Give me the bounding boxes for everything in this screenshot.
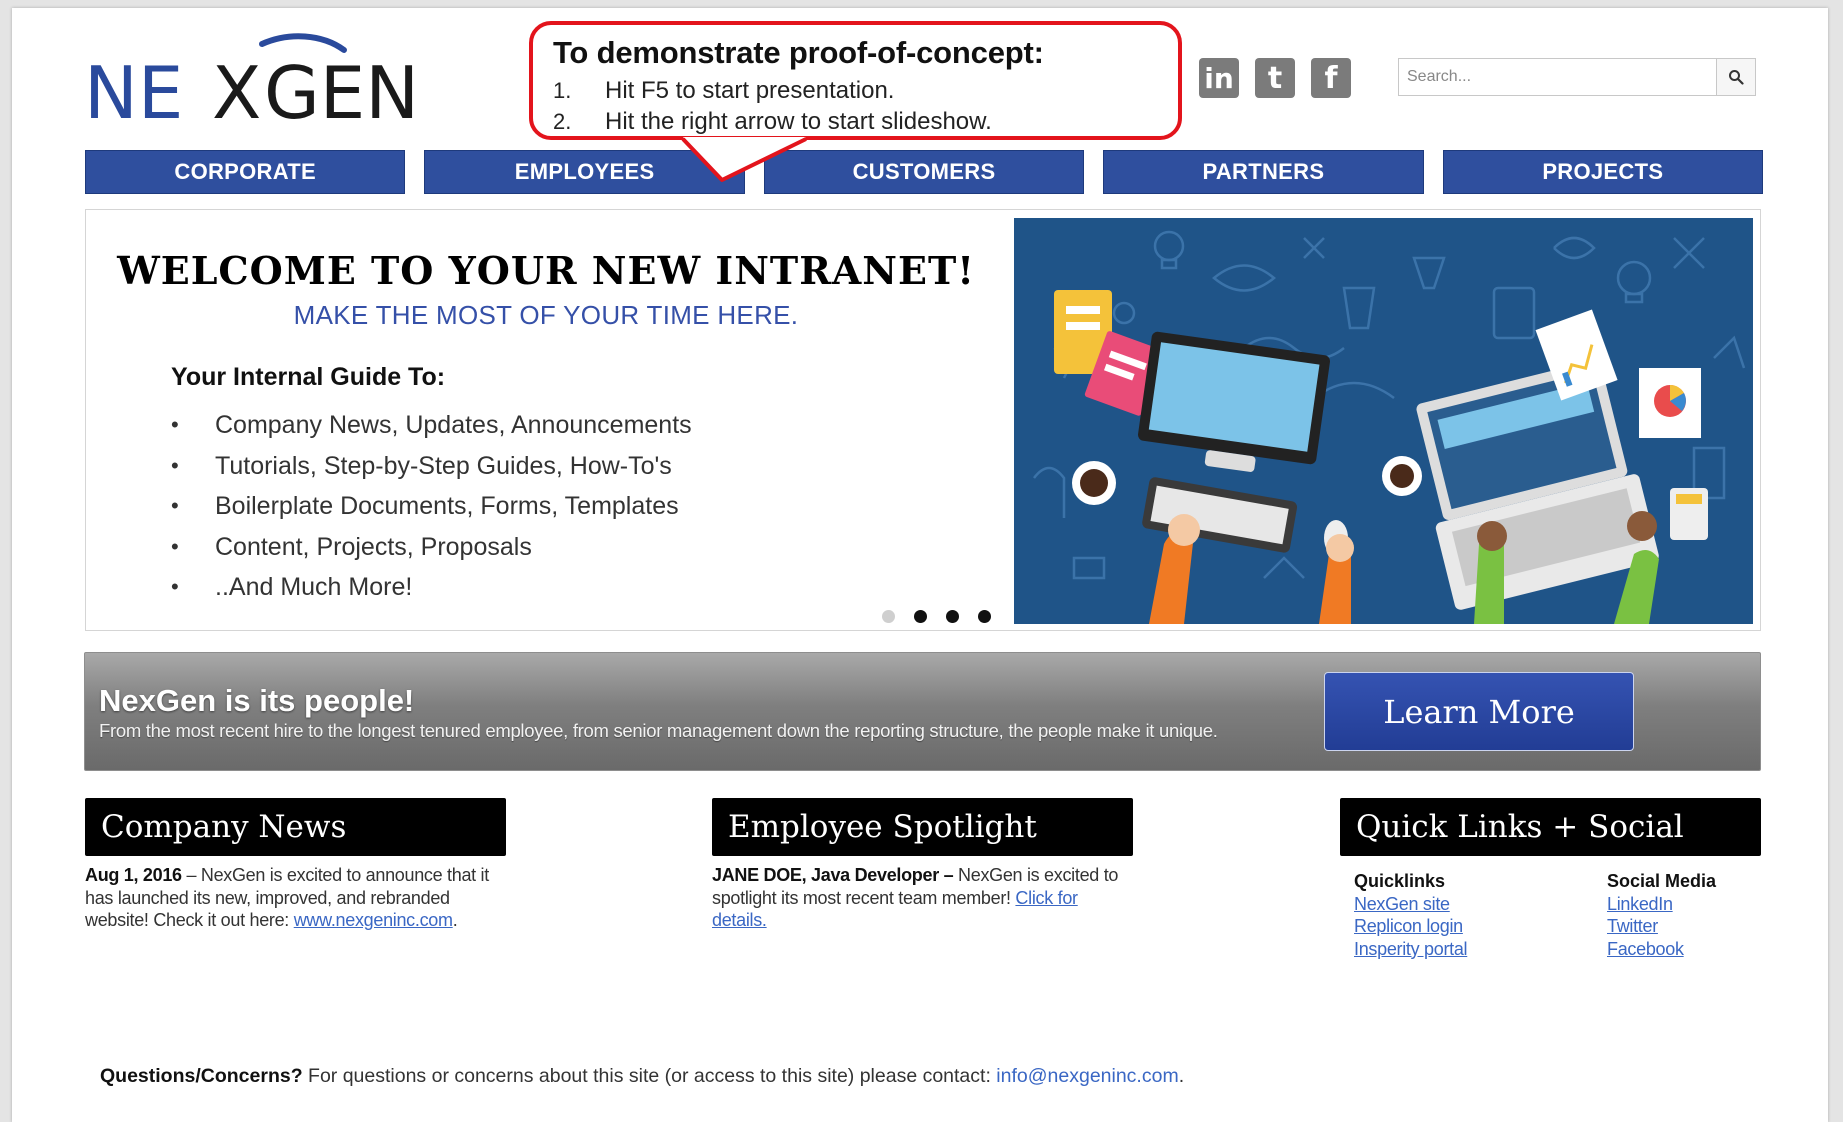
callout-step: 2. Hit the right arrow to start slideshow… bbox=[553, 106, 1158, 137]
guide-item: • ..And Much More! bbox=[171, 567, 692, 608]
bullet: • bbox=[171, 452, 179, 478]
link-facebook[interactable]: Facebook bbox=[1607, 938, 1716, 961]
callout-steps: 1. Hit F5 to start presentation. 2. Hit th… bbox=[553, 75, 1158, 137]
quicklinks-list: Quicklinks NexGen site Replicon login In… bbox=[1354, 870, 1607, 960]
quick-links-column: Quick Links + Social Quicklinks NexGen s… bbox=[1340, 798, 1761, 960]
nav-customers[interactable]: CUSTOMERS bbox=[763, 150, 1085, 194]
employee-spotlight-column: Employee Spotlight JANE DOE, Java Develo… bbox=[712, 798, 1133, 932]
bullet: • bbox=[171, 412, 179, 437]
quick-links-lists: Quicklinks NexGen site Replicon login In… bbox=[1340, 870, 1761, 960]
guide-item: • Tutorials, Step-by-Step Guides, How-To'… bbox=[171, 446, 692, 487]
nav-corporate[interactable]: CORPORATE bbox=[85, 150, 406, 194]
step-number: 2. bbox=[553, 109, 572, 134]
guide-item-text: Company News, Updates, Announcements bbox=[215, 411, 692, 439]
hero-title: WELCOME TO YOUR NEW INTRANET! bbox=[117, 248, 975, 293]
news-end: . bbox=[452, 910, 458, 930]
carousel-dot[interactable] bbox=[946, 610, 959, 623]
bullet: • bbox=[171, 533, 179, 559]
social-media-list: Social Media LinkedIn Twitter Facebook bbox=[1607, 870, 1716, 960]
bullet: • bbox=[171, 493, 179, 518]
linkedin-glyph: in bbox=[1204, 61, 1234, 95]
banner-text: From the most recent hire to the longest… bbox=[99, 720, 1218, 741]
twitter-icon[interactable]: t bbox=[1255, 58, 1295, 98]
logo-text-x: X bbox=[212, 51, 261, 130]
carousel-dot[interactable] bbox=[914, 610, 927, 623]
guide-list: • Company News, Updates, Announcements • T… bbox=[171, 405, 692, 608]
link-insperity-portal[interactable]: Insperity portal bbox=[1354, 938, 1607, 961]
link-linkedin[interactable]: LinkedIn bbox=[1607, 893, 1716, 916]
logo-text-gen: GEN bbox=[264, 51, 419, 130]
linkedin-icon[interactable]: in bbox=[1199, 58, 1239, 98]
guide-item-text: ..And Much More! bbox=[215, 573, 413, 601]
facebook-icon[interactable]: f bbox=[1311, 58, 1351, 98]
search-box bbox=[1398, 58, 1756, 96]
carousel-dot[interactable] bbox=[882, 610, 895, 623]
footer-text: For questions or concerns about this sit… bbox=[302, 1065, 997, 1087]
carousel-dots bbox=[882, 610, 991, 623]
guide-item: • Company News, Updates, Announcements bbox=[171, 405, 692, 446]
hero-subtitle: MAKE THE MOST OF YOUR TIME HERE. bbox=[293, 300, 799, 330]
callout-title: To demonstrate proof-of-concept: bbox=[553, 35, 1044, 70]
step-text: Hit the right arrow to start slideshow. bbox=[605, 108, 992, 135]
guide-item: • Boilerplate Documents, Forms, Templates bbox=[171, 486, 692, 527]
guide-item-text: Boilerplate Documents, Forms, Templates bbox=[215, 492, 679, 520]
employee-spotlight-heading: Employee Spotlight bbox=[712, 798, 1133, 856]
link-twitter[interactable]: Twitter bbox=[1607, 915, 1716, 938]
bullet: • bbox=[171, 574, 179, 599]
hero-illustration bbox=[1014, 218, 1753, 624]
company-news-heading: Company News bbox=[85, 798, 506, 856]
guide-item-text: Content, Projects, Proposals bbox=[215, 532, 532, 561]
guide-item-text: Tutorials, Step-by-Step Guides, How-To's bbox=[215, 451, 672, 480]
instruction-callout: To demonstrate proof-of-concept: 1. Hit F… bbox=[529, 21, 1182, 140]
guide-heading: Your Internal Guide To: bbox=[171, 363, 446, 391]
main-nav: CORPORATE EMPLOYEES CUSTOMERS PARTNERS P… bbox=[85, 150, 1764, 194]
guide-item: • Content, Projects, Proposals bbox=[171, 527, 692, 568]
hero-carousel: WELCOME TO YOUR NEW INTRANET! MAKE THE M… bbox=[85, 209, 1761, 631]
news-link[interactable]: www.nexgeninc.com bbox=[294, 910, 453, 930]
facebook-glyph: f bbox=[1324, 60, 1338, 96]
banner-title: NexGen is its people! bbox=[99, 683, 415, 718]
footer-contact: Questions/Concerns? For questions or con… bbox=[100, 1065, 1184, 1088]
nav-employees[interactable]: EMPLOYEES bbox=[424, 150, 745, 194]
quicklinks-title: Quicklinks bbox=[1354, 871, 1446, 891]
nav-projects[interactable]: PROJECTS bbox=[1442, 150, 1764, 194]
nav-partners[interactable]: PARTNERS bbox=[1103, 150, 1424, 194]
spotlight-name: JANE DOE, Java Developer – bbox=[712, 865, 954, 885]
step-text: Hit F5 to start presentation. bbox=[605, 77, 895, 104]
news-dash: – bbox=[181, 865, 201, 885]
news-item: Aug 1, 2016 – NexGen is excited to annou… bbox=[85, 864, 506, 932]
logo-text-ne: NE bbox=[84, 51, 183, 130]
social-media-title: Social Media bbox=[1607, 871, 1717, 891]
footer-end: . bbox=[1178, 1065, 1185, 1087]
footer-label: Questions/Concerns? bbox=[100, 1065, 303, 1087]
step-number: 1. bbox=[553, 78, 572, 103]
nexgen-logo: NE X GEN bbox=[84, 33, 419, 130]
carousel-dot[interactable] bbox=[978, 610, 991, 623]
social-icons: in t f bbox=[1199, 58, 1351, 98]
news-date: Aug 1, 2016 bbox=[85, 865, 182, 885]
link-nexgen-site[interactable]: NexGen site bbox=[1354, 893, 1607, 916]
people-banner: NexGen is its people! From the most rece… bbox=[84, 652, 1761, 771]
callout-step: 1. Hit F5 to start presentation. bbox=[553, 75, 1158, 106]
learn-more-button[interactable]: Learn More bbox=[1324, 672, 1634, 751]
quick-links-heading: Quick Links + Social bbox=[1340, 798, 1761, 856]
search-button[interactable] bbox=[1716, 58, 1756, 96]
search-input[interactable] bbox=[1398, 58, 1716, 96]
search-icon bbox=[1729, 70, 1744, 85]
hero-text-panel: WELCOME TO YOUR NEW INTRANET! MAKE THE M… bbox=[86, 210, 1006, 630]
spotlight-item: JANE DOE, Java Developer – NexGen is exc… bbox=[712, 864, 1133, 932]
contact-email-link[interactable]: info@nexgeninc.com bbox=[996, 1065, 1178, 1087]
company-news-column: Company News Aug 1, 2016 – NexGen is exc… bbox=[85, 798, 506, 932]
link-replicon-login[interactable]: Replicon login bbox=[1354, 915, 1607, 938]
twitter-glyph: t bbox=[1267, 60, 1283, 96]
